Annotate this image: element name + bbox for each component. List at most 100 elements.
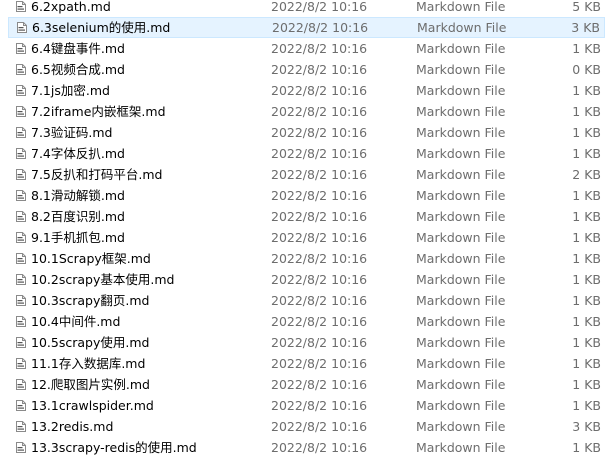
file-date-modified: 2022/8/2 10:16 [271,293,368,308]
markdown-file-icon [16,122,26,143]
markdown-file-icon [16,80,26,101]
markdown-file-icon [16,59,26,80]
file-row[interactable]: 10.1Scrapy框架.md 2022/8/2 10:16 Markdown … [0,248,614,269]
markdown-file-icon [16,437,26,458]
markdown-file-icon [16,0,26,17]
file-row[interactable]: 13.2redis.md 2022/8/2 10:16 Markdown Fil… [0,416,614,437]
file-date-modified: 2022/8/2 10:16 [271,209,368,224]
file-row[interactable]: 8.2百度识别.md 2022/8/2 10:16 Markdown File … [0,206,614,227]
file-date-modified: 2022/8/2 10:16 [271,398,368,413]
file-date-modified: 2022/8/2 10:16 [271,167,368,182]
file-name: 9.1手机抓包.md [31,230,125,245]
file-size: 3 KB [571,20,600,35]
file-row[interactable]: 6.2xpath.md 2022/8/2 10:16 Markdown File… [0,0,614,17]
markdown-file-icon [16,206,26,227]
file-row[interactable]: 10.4中间件.md 2022/8/2 10:16 Markdown File … [0,311,614,332]
file-size: 1 KB [572,377,601,392]
file-date-modified: 2022/8/2 10:16 [271,377,368,392]
file-size: 2 KB [572,167,601,182]
file-name: 10.5scrapy使用.md [31,335,150,350]
file-name: 6.2xpath.md [31,0,111,14]
file-size: 1 KB [572,188,601,203]
file-type: Markdown File [416,0,506,14]
markdown-file-icon [16,395,26,416]
file-size: 1 KB [572,125,601,140]
file-date-modified: 2022/8/2 10:16 [271,314,368,329]
file-name: 10.2scrapy基本使用.md [31,272,175,287]
file-date-modified: 2022/8/2 10:16 [271,251,368,266]
file-row[interactable]: 6.4键盘事件.md 2022/8/2 10:16 Markdown File … [0,38,614,59]
file-size: 5 KB [572,0,601,14]
markdown-file-icon [16,290,26,311]
file-type: Markdown File [417,20,507,35]
file-row[interactable]: 7.3验证码.md 2022/8/2 10:16 Markdown File 1… [0,122,614,143]
file-row[interactable]: 7.1js加密.md 2022/8/2 10:16 Markdown File … [0,80,614,101]
file-type: Markdown File [416,335,506,350]
file-date-modified: 2022/8/2 10:16 [272,20,369,35]
file-name: 8.2百度识别.md [31,209,125,224]
file-size: 1 KB [572,314,601,329]
file-size: 1 KB [572,104,601,119]
file-name: 7.3验证码.md [31,125,113,140]
file-type: Markdown File [416,62,506,77]
file-date-modified: 2022/8/2 10:16 [271,41,368,56]
file-row[interactable]: 11.1存入数据库.md 2022/8/2 10:16 Markdown Fil… [0,353,614,374]
file-name: 6.4键盘事件.md [31,41,125,56]
file-date-modified: 2022/8/2 10:16 [271,419,368,434]
file-row[interactable]: 13.3scrapy-redis的使用.md 2022/8/2 10:16 Ma… [0,437,614,458]
file-row[interactable]: 10.2scrapy基本使用.md 2022/8/2 10:16 Markdow… [0,269,614,290]
file-type: Markdown File [416,188,506,203]
markdown-file-icon [16,332,26,353]
file-size: 3 KB [572,419,601,434]
file-date-modified: 2022/8/2 10:16 [271,125,368,140]
markdown-file-icon [16,185,26,206]
file-row[interactable]: 6.5视频合成.md 2022/8/2 10:16 Markdown File … [0,59,614,80]
file-size: 1 KB [572,272,601,287]
file-type: Markdown File [416,398,506,413]
file-size: 1 KB [572,335,601,350]
file-size: 1 KB [572,209,601,224]
markdown-file-icon [16,311,26,332]
file-type: Markdown File [416,356,506,371]
file-type: Markdown File [416,167,506,182]
file-date-modified: 2022/8/2 10:16 [271,83,368,98]
file-row[interactable]: 6.3selenium的使用.md 2022/8/2 10:16 Markdow… [8,17,605,38]
file-name: 6.5视频合成.md [31,62,125,77]
markdown-file-icon [17,17,27,38]
file-row[interactable]: 9.1手机抓包.md 2022/8/2 10:16 Markdown File … [0,227,614,248]
file-name: 6.3selenium的使用.md [32,20,171,35]
file-date-modified: 2022/8/2 10:16 [271,188,368,203]
file-name: 7.1js加密.md [31,83,110,98]
file-name: 10.1Scrapy框架.md [31,251,151,266]
file-row[interactable]: 7.2iframe内嵌框架.md 2022/8/2 10:16 Markdown… [0,101,614,122]
markdown-file-icon [16,416,26,437]
file-row[interactable]: 8.1滑动解锁.md 2022/8/2 10:16 Markdown File … [0,185,614,206]
file-row[interactable]: 7.4字体反扒.md 2022/8/2 10:16 Markdown File … [0,143,614,164]
file-size: 1 KB [572,398,601,413]
markdown-file-icon [16,269,26,290]
file-name: 13.2redis.md [31,419,114,434]
file-name: 10.3scrapy翻页.md [31,293,150,308]
file-row[interactable]: 7.5反扒和打码平台.md 2022/8/2 10:16 Markdown Fi… [0,164,614,185]
file-type: Markdown File [416,293,506,308]
file-row[interactable]: 12.爬取图片实例.md 2022/8/2 10:16 Markdown Fil… [0,374,614,395]
file-size: 0 KB [572,62,601,77]
file-date-modified: 2022/8/2 10:16 [271,104,368,119]
markdown-file-icon [16,248,26,269]
file-date-modified: 2022/8/2 10:16 [271,230,368,245]
file-type: Markdown File [416,440,506,455]
file-size: 1 KB [572,146,601,161]
file-size: 1 KB [572,83,601,98]
file-name: 13.1crawlspider.md [31,398,154,413]
file-name: 7.5反扒和打码平台.md [31,167,163,182]
file-row[interactable]: 10.3scrapy翻页.md 2022/8/2 10:16 Markdown … [0,290,614,311]
file-row[interactable]: 13.1crawlspider.md 2022/8/2 10:16 Markdo… [0,395,614,416]
file-name: 7.2iframe内嵌框架.md [31,104,166,119]
file-row[interactable]: 10.5scrapy使用.md 2022/8/2 10:16 Markdown … [0,332,614,353]
file-date-modified: 2022/8/2 10:16 [271,0,368,14]
file-name: 12.爬取图片实例.md [31,377,150,392]
file-size: 1 KB [572,440,601,455]
file-type: Markdown File [416,41,506,56]
markdown-file-icon [16,353,26,374]
file-date-modified: 2022/8/2 10:16 [271,440,368,455]
